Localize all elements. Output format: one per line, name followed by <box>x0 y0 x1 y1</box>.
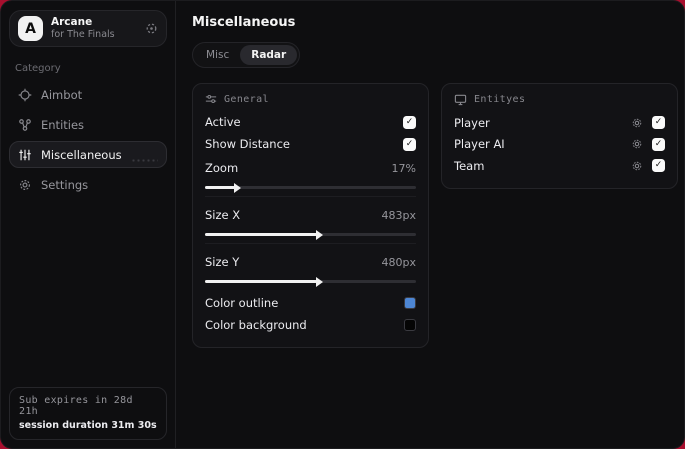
general-panel-header: General <box>205 93 416 105</box>
gear-icon <box>18 178 32 192</box>
entity-controls: ✓ <box>631 137 665 151</box>
slider-value: 17% <box>391 161 416 175</box>
app-logo: A <box>18 16 43 41</box>
size-x-slider-fill[interactable] <box>205 229 323 240</box>
tab-radar[interactable]: Radar <box>240 45 298 65</box>
general-panel-title: General <box>224 93 269 105</box>
slider-row-zoom: Zoom 17% <box>205 157 416 179</box>
player-checkbox[interactable]: ✓ <box>652 116 665 130</box>
slider-value: 480px <box>381 255 417 269</box>
color-row-background: Color background <box>205 314 416 336</box>
sidebar-item-miscellaneous[interactable]: Miscellaneous <box>9 141 167 168</box>
entity-label: Player <box>454 115 490 130</box>
active-checkbox[interactable]: ✓ <box>403 115 416 129</box>
zoom-slider-fill[interactable] <box>205 182 240 193</box>
toggle-label: Show Distance <box>205 137 290 151</box>
show-distance-checkbox[interactable]: ✓ <box>403 137 416 151</box>
gear-icon[interactable] <box>631 117 643 129</box>
sidebar-item-settings[interactable]: Settings <box>9 171 167 198</box>
sidebar-nav: Aimbot Entities Miscellaneous Settings <box>9 78 167 198</box>
app-meta: Arcane for The Finals <box>51 16 137 41</box>
slider-row-size-x: Size X 483px <box>205 204 416 226</box>
color-label: Color background <box>205 318 307 332</box>
slider-value: 483px <box>381 208 417 222</box>
category-label: Category <box>15 63 61 74</box>
entity-controls: ✓ <box>631 116 665 130</box>
slider-label: Size X <box>205 208 241 222</box>
crosshair-icon <box>18 88 32 102</box>
slider-label: Zoom <box>205 161 239 175</box>
sidebar-item-label: Aimbot <box>41 87 83 102</box>
entity-row-team: Team ✓ <box>454 155 665 177</box>
color-background-swatch[interactable] <box>404 319 416 331</box>
entities-panel: Entityes Player ✓ Player AI ✓ Team ✓ <box>441 83 678 189</box>
size-y-slider-fill[interactable] <box>205 276 323 287</box>
size-x-slider[interactable] <box>205 229 416 240</box>
size-x-slider-group: Size X 483px <box>205 202 416 244</box>
sub-expiry-text: Sub expires in 28d 21h <box>19 395 133 417</box>
gear-icon[interactable] <box>631 138 643 150</box>
color-outline-swatch[interactable] <box>404 297 416 309</box>
color-label: Color outline <box>205 296 279 310</box>
size-y-slider[interactable] <box>205 276 416 287</box>
panels-row: General Active ✓ Show Distance ✓ Zoom 17… <box>192 83 678 348</box>
main-content: Miscellaneous Misc Radar General Active … <box>176 1 684 448</box>
entity-row-player: Player ✓ <box>454 112 665 134</box>
sliders-small-icon <box>205 93 217 105</box>
zoom-slider-group: Zoom 17% <box>205 155 416 197</box>
entity-controls: ✓ <box>631 159 665 173</box>
subscription-status-card: Sub expires in 28d 21h session duration … <box>9 387 167 440</box>
entities-panel-title: Entityes <box>474 94 526 105</box>
app-window: A Arcane for The Finals Category Aimbot … <box>0 0 685 449</box>
entity-label: Player AI <box>454 137 505 152</box>
sidebar-item-label: Entities <box>41 117 85 132</box>
sidebar-item-aimbot[interactable]: Aimbot <box>9 81 167 108</box>
app-subtitle: for The Finals <box>51 29 115 41</box>
entities-icon <box>18 118 32 132</box>
slider-row-size-y: Size Y 480px <box>205 251 416 273</box>
tab-bar: Misc Radar <box>192 42 301 68</box>
team-checkbox[interactable]: ✓ <box>652 159 665 173</box>
session-duration-text: session duration 31m 30s <box>19 420 157 431</box>
size-y-slider-group: Size Y 480px <box>205 249 416 290</box>
monitor-icon <box>454 93 467 106</box>
general-panel: General Active ✓ Show Distance ✓ Zoom 17… <box>192 83 429 348</box>
app-card: A Arcane for The Finals <box>9 10 167 47</box>
sliders-icon <box>18 148 32 162</box>
player-ai-checkbox[interactable]: ✓ <box>652 137 665 151</box>
sidebar-item-label: Settings <box>41 177 89 192</box>
sidebar: A Arcane for The Finals Category Aimbot … <box>1 1 176 448</box>
toggle-row-active: Active ✓ <box>205 111 416 133</box>
toggle-row-show-distance: Show Distance ✓ <box>205 133 416 155</box>
sidebar-item-entities[interactable]: Entities <box>9 111 167 138</box>
entity-label: Team <box>454 158 485 173</box>
sidebar-item-label: Miscellaneous <box>41 147 122 162</box>
tab-misc[interactable]: Misc <box>195 45 240 65</box>
sync-icon[interactable] <box>145 22 158 35</box>
entity-row-player-ai: Player AI ✓ <box>454 134 665 156</box>
toggle-label: Active <box>205 115 241 129</box>
entities-panel-header: Entityes <box>454 93 665 106</box>
gear-icon[interactable] <box>631 160 643 172</box>
page-title: Miscellaneous <box>192 15 296 30</box>
slider-label: Size Y <box>205 255 240 269</box>
zoom-slider[interactable] <box>205 182 416 193</box>
app-name: Arcane <box>51 16 93 28</box>
color-row-outline: Color outline <box>205 292 416 314</box>
